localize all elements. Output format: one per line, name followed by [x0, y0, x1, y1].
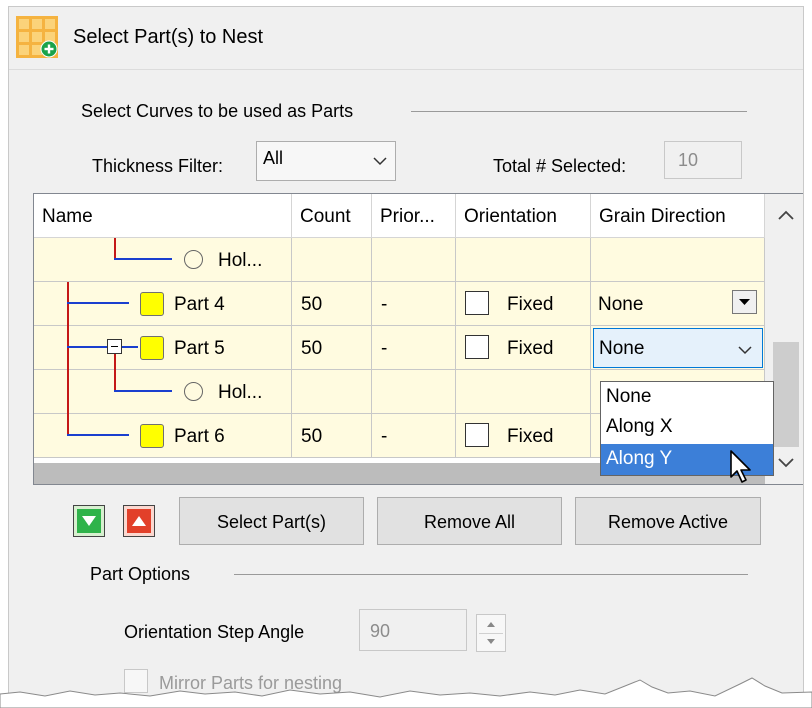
select-parts-button[interactable]: Select Part(s): [179, 497, 364, 545]
step-angle-spinner[interactable]: [476, 614, 506, 652]
total-selected-value: 10: [678, 150, 699, 170]
tree-line: [67, 282, 69, 326]
orientation-cell: Fixed: [456, 326, 591, 370]
hole-circle-icon: [184, 250, 203, 269]
grain-direction-select[interactable]: None: [593, 328, 763, 368]
dropdown-option-along-x[interactable]: Along X: [601, 412, 773, 442]
part-shape-icon: [140, 292, 164, 316]
tree-line: [67, 434, 129, 436]
part-options-label: Part Options: [90, 564, 203, 585]
column-header-orientation[interactable]: Orientation: [456, 194, 591, 238]
grain-cell: None: [591, 282, 765, 326]
part-shape-icon: [140, 424, 164, 448]
hole-circle-icon: [184, 382, 203, 401]
grain-cell: [591, 238, 765, 282]
priority-cell: [372, 370, 456, 414]
tree-line: [67, 370, 69, 414]
name-cell: Hol...: [34, 238, 292, 282]
priority-cell: -: [372, 282, 456, 326]
tree-line: [67, 346, 107, 348]
priority-cell: [372, 238, 456, 282]
total-selected-field: 10: [664, 141, 742, 179]
column-header-count[interactable]: Count: [292, 194, 372, 238]
column-header-grain-direction[interactable]: Grain Direction: [591, 194, 765, 238]
orientation-fixed-checkbox[interactable]: [465, 335, 489, 359]
part-shape-icon: [140, 336, 164, 360]
scroll-up-icon[interactable]: [776, 208, 796, 222]
orientation-cell: [456, 370, 591, 414]
column-header-name[interactable]: Name: [34, 194, 292, 238]
red-up-arrow-icon: [127, 509, 151, 533]
scroll-down-icon[interactable]: [776, 456, 796, 470]
orientation-fixed-checkbox[interactable]: [465, 423, 489, 447]
tree-line: [114, 354, 116, 370]
count-cell: 50: [292, 414, 372, 458]
title-bar: Select Part(s) to Nest: [9, 7, 803, 70]
chevron-down-icon: [738, 346, 752, 355]
nest-grid-add-icon: [16, 16, 58, 58]
orientation-cell: Fixed: [456, 282, 591, 326]
column-header-priority[interactable]: Prior...: [372, 194, 456, 238]
table-row[interactable]: Part 5 50 - Fixed None: [34, 326, 765, 370]
count-cell: [292, 238, 372, 282]
count-cell: 50: [292, 282, 372, 326]
priority-cell: -: [372, 326, 456, 370]
priority-cell: -: [372, 414, 456, 458]
name-cell: Part 6: [34, 414, 292, 458]
count-cell: 50: [292, 326, 372, 370]
remove-all-button[interactable]: Remove All: [377, 497, 562, 545]
orientation-fixed-checkbox[interactable]: [465, 291, 489, 315]
step-angle-label: Orientation Step Angle: [124, 622, 305, 642]
mouse-pointer-icon: [730, 450, 751, 483]
name-cell: Part 4: [34, 282, 292, 326]
tree-line: [67, 326, 69, 370]
spin-up-icon[interactable]: [477, 615, 505, 633]
move-up-button[interactable]: [123, 505, 155, 537]
tree-line: [114, 370, 116, 391]
grain-cell: None: [591, 326, 765, 370]
orientation-cell: [456, 238, 591, 282]
orientation-cell: Fixed: [456, 414, 591, 458]
tree-line: [114, 390, 172, 392]
chevron-down-icon: [373, 157, 387, 166]
name-cell: Hol...: [34, 370, 292, 414]
tree-line: [122, 346, 138, 348]
table-row[interactable]: Hol...: [34, 238, 765, 282]
nest-dialog-panel: Select Part(s) to Nest Select Curves to …: [8, 6, 804, 703]
section-divider: [411, 111, 747, 112]
thickness-filter-label: Thickness Filter:: [92, 156, 224, 176]
step-angle-field[interactable]: 90: [359, 609, 467, 651]
remove-active-button[interactable]: Remove Active: [575, 497, 761, 545]
dialog-title: Select Part(s) to Nest: [73, 26, 264, 48]
green-down-arrow-icon: [77, 509, 101, 533]
tree-line: [67, 302, 129, 304]
dropdown-option-none[interactable]: None: [601, 382, 773, 412]
thickness-filter-select[interactable]: All: [256, 141, 396, 181]
collapse-tree-icon[interactable]: [107, 339, 122, 354]
grain-dropdown-button[interactable]: [732, 290, 757, 314]
torn-edge-decoration: [0, 677, 812, 708]
tree-line: [67, 414, 69, 435]
spin-down-icon[interactable]: [477, 633, 505, 651]
name-cell: Part 5: [34, 326, 292, 370]
tree-line: [114, 258, 172, 260]
tree-line: [114, 238, 116, 259]
total-selected-label: Total # Selected:: [493, 156, 627, 176]
curves-section-label: Select Curves to be used as Parts: [81, 101, 366, 122]
section-divider: [234, 574, 748, 575]
scrollbar-thumb[interactable]: [773, 342, 799, 447]
move-down-button[interactable]: [73, 505, 105, 537]
thickness-filter-value: All: [263, 148, 284, 168]
triangle-down-icon: [739, 299, 750, 305]
table-row[interactable]: Part 4 50 - Fixed None: [34, 282, 765, 326]
count-cell: [292, 370, 372, 414]
